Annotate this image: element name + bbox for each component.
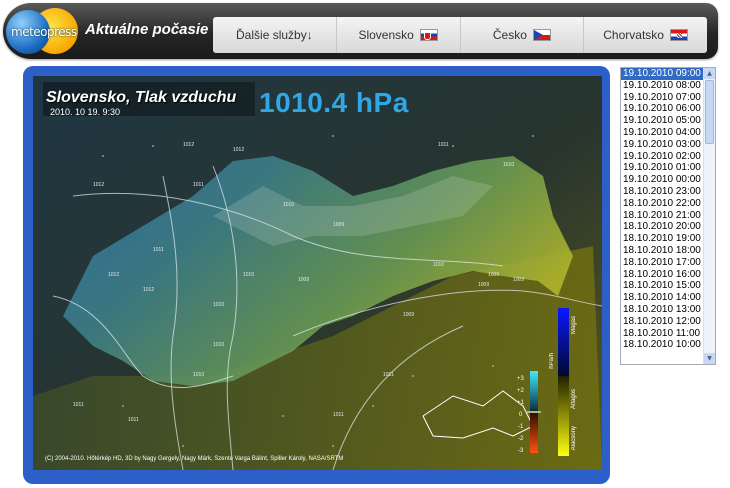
time-option[interactable]: 18.10.2010 21:00 — [621, 210, 703, 222]
time-option[interactable]: 18.10.2010 20:00 — [621, 221, 703, 233]
scrollbar[interactable]: ▲ ▼ — [703, 68, 715, 364]
nav-item-dalsie-sluzby[interactable]: Ďalšie služby↓ — [213, 17, 337, 53]
czech-flag-icon — [532, 29, 551, 41]
scrollbar-thumb[interactable] — [705, 80, 714, 144]
map-graphic — [33, 76, 602, 470]
time-option[interactable]: 18.10.2010 10:00 — [621, 339, 703, 351]
time-option[interactable]: 19.10.2010 06:00 — [621, 103, 703, 115]
legend-tick: -2 — [518, 436, 524, 442]
time-option[interactable]: 19.10.2010 00:00 — [621, 174, 703, 186]
legend-tick: -1 — [518, 424, 524, 430]
pressure-map: 1012 1012 1011 1012 1011 1010 1010 1009 1009 1011… — [33, 76, 602, 470]
time-option[interactable]: 19.10.2010 04:00 — [621, 127, 703, 139]
time-option[interactable]: 18.10.2010 12:00 — [621, 316, 703, 328]
legend-mid-label: Átlagos — [571, 389, 577, 410]
nav-item-cesko[interactable]: Česko — [461, 17, 585, 53]
time-option[interactable]: 19.10.2010 08:00 — [621, 80, 703, 92]
legend-high-label: Magas — [571, 316, 577, 335]
legend-tick: +1 — [517, 400, 524, 406]
legend-tick: -3 — [518, 448, 524, 454]
site-title: Aktuálne počasie — [85, 21, 209, 38]
time-option[interactable]: 18.10.2010 14:00 — [621, 292, 703, 304]
time-option[interactable]: 19.10.2010 01:00 — [621, 162, 703, 174]
legend-tick: +2 — [517, 388, 524, 394]
map-copyright: (C) 2004-2010. Hőtérkép HD, 3D by Nagy G… — [45, 456, 344, 462]
time-option[interactable]: 18.10.2010 13:00 — [621, 304, 703, 316]
time-option[interactable]: 18.10.2010 17:00 — [621, 257, 703, 269]
map-title: Slovensko, Tlak vzduchu — [46, 89, 237, 106]
time-option[interactable]: 19.10.2010 07:00 — [621, 92, 703, 104]
time-option[interactable]: 18.10.2010 19:00 — [621, 233, 703, 245]
time-option[interactable]: 18.10.2010 15:00 — [621, 280, 703, 292]
header-bar: meteopress Aktuálne počasie Ďalšie služb… — [3, 3, 718, 59]
time-option[interactable]: 19.10.2010 03:00 — [621, 139, 703, 151]
time-options: 19.10.2010 09:00 19.10.2010 08:00 19.10.20… — [621, 68, 703, 351]
pressure-value: 1010.4 hPa — [259, 87, 409, 118]
legend-tick: 0 — [519, 412, 523, 418]
time-select-list[interactable]: 19.10.2010 09:00 19.10.2010 08:00 19.10.20… — [620, 67, 716, 365]
nav-label: Slovensko — [358, 28, 414, 42]
nav-item-slovensko[interactable]: Slovensko — [337, 17, 461, 53]
legend-tick: +3 — [517, 376, 524, 382]
map-panel: 1012 1012 1011 1012 1011 1010 1010 1009 1009 1011… — [23, 66, 610, 484]
meteopress-logo[interactable]: meteopress — [6, 6, 78, 56]
time-option[interactable]: 19.10.2010 09:00 — [621, 68, 703, 80]
nav-label: Česko — [492, 28, 527, 42]
logo-text: meteopress — [11, 25, 77, 39]
scroll-up-icon[interactable]: ▲ — [704, 68, 715, 79]
nav-bar: Ďalšie služby↓ Slovensko Česko Chorvatsk… — [213, 17, 707, 53]
croatian-flag-icon — [669, 29, 688, 41]
time-option[interactable]: 18.10.2010 18:00 — [621, 245, 703, 257]
time-option[interactable]: 18.10.2010 16:00 — [621, 269, 703, 281]
time-option[interactable]: 19.10.2010 02:00 — [621, 151, 703, 163]
slovak-flag-icon — [419, 29, 438, 41]
legend-unit-label: hPa/h — [549, 353, 555, 369]
nav-item-chorvatsko[interactable]: Chorvatsko — [584, 17, 707, 53]
legend-low-label: Alacsony — [571, 426, 577, 451]
nav-label: Chorvatsko — [603, 28, 664, 42]
map-date: 2010. 10 19. 9:30 — [50, 107, 121, 117]
time-option[interactable]: 18.10.2010 11:00 — [621, 328, 703, 340]
time-option[interactable]: 18.10.2010 23:00 — [621, 186, 703, 198]
time-option[interactable]: 19.10.2010 05:00 — [621, 115, 703, 127]
time-option[interactable]: 18.10.2010 22:00 — [621, 198, 703, 210]
nav-label: Ďalšie služby↓ — [236, 28, 313, 42]
scroll-down-icon[interactable]: ▼ — [704, 353, 715, 364]
